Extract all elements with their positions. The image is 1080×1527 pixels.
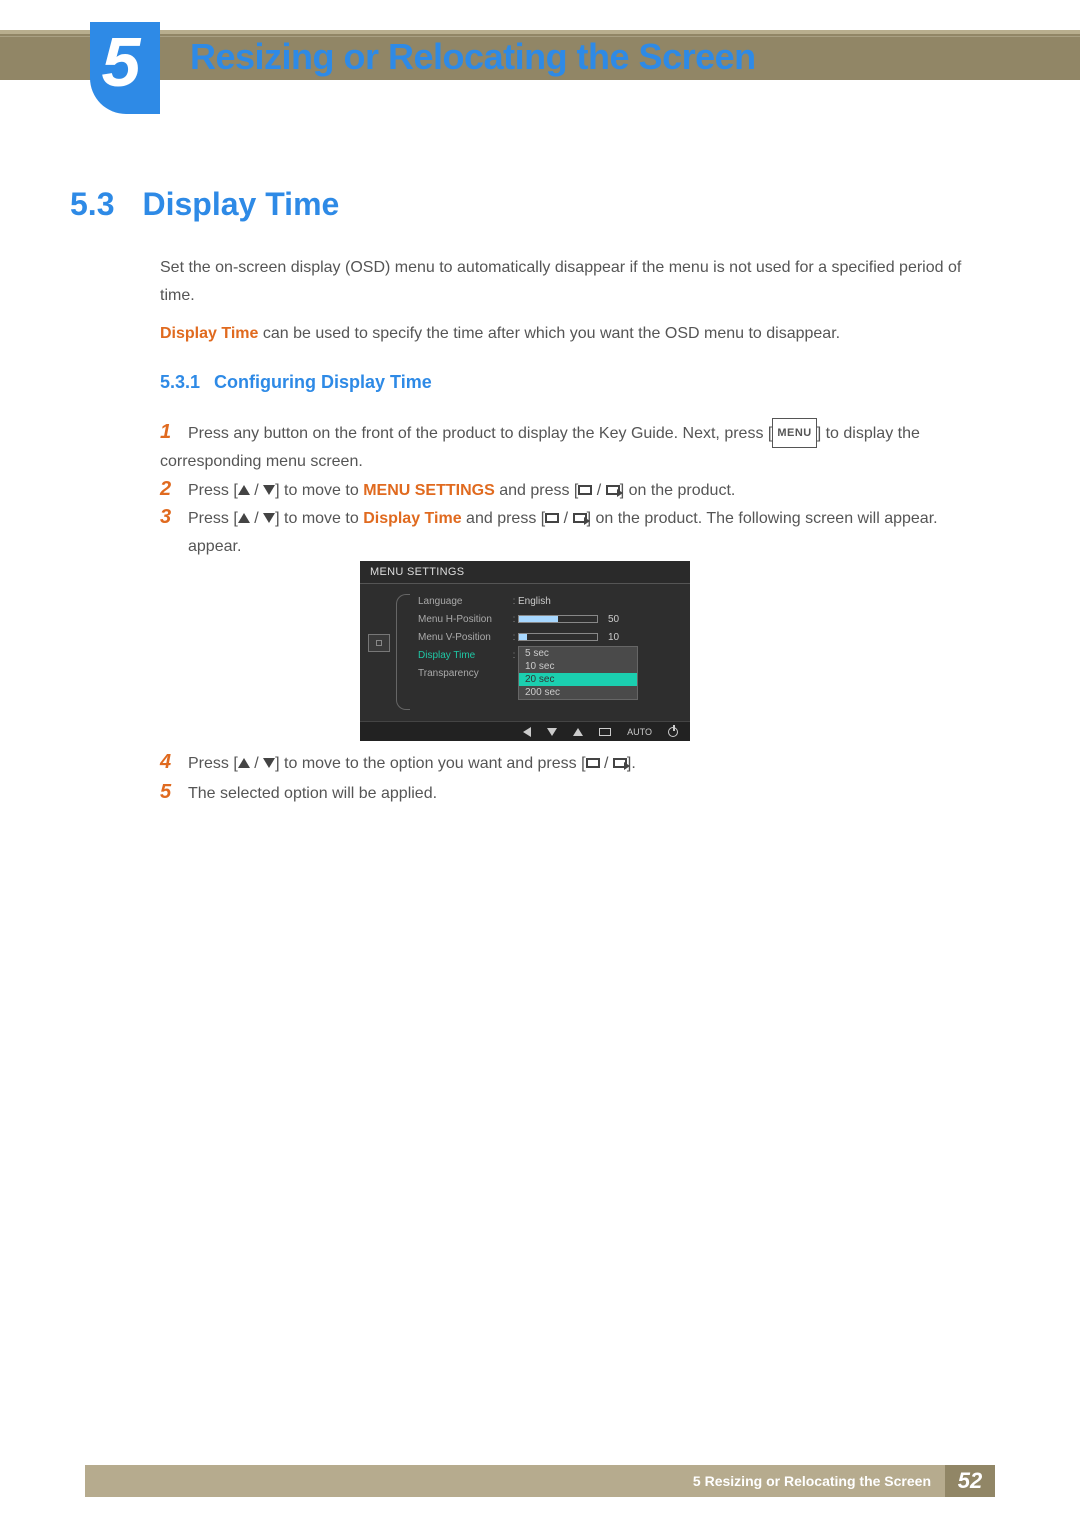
osd-auto-label: AUTO (627, 727, 652, 737)
page-number: 52 (945, 1465, 995, 1497)
section-title: Display Time (142, 186, 339, 222)
subsection-heading: 5.3.1 Configuring Display Time (160, 372, 432, 393)
triangle-up-icon (238, 513, 250, 523)
step-4: 4Press [ / ] to move to the option you w… (160, 748, 985, 778)
step-3: 3Press [ / ] to move to Display Time and… (160, 503, 985, 561)
triangle-down-icon (263, 513, 275, 523)
intro-highlight: Display Time (160, 325, 258, 342)
enter-icon (573, 513, 587, 523)
enter-icon (613, 758, 627, 768)
osd-screenshot: MENU SETTINGS Language: English Menu H-P… (360, 561, 690, 741)
osd-button-bar: AUTO (360, 721, 690, 741)
osd-down-icon (547, 728, 557, 736)
intro-paragraph-2: Display Time can be used to specify the … (160, 320, 980, 348)
osd-dropdown-option: 5 sec (519, 647, 637, 660)
osd-side-icon (368, 634, 390, 652)
source-icon (578, 485, 592, 495)
slider-icon (518, 633, 598, 641)
triangle-down-icon (263, 758, 275, 768)
osd-power-icon (668, 727, 678, 737)
footer-text: 5 Resizing or Relocating the Screen (693, 1473, 931, 1489)
osd-dropdown-option-selected: 20 sec (519, 673, 637, 686)
source-icon (586, 758, 600, 768)
subsection-title: Configuring Display Time (214, 372, 432, 392)
chapter-title: Resizing or Relocating the Screen (190, 36, 756, 78)
slider-icon (518, 615, 598, 623)
osd-dropdown-option: 200 sec (519, 686, 637, 699)
osd-row-h-position: Menu H-Position: 50 (418, 610, 690, 628)
step-5: 5The selected option will be applied. (160, 778, 985, 808)
triangle-up-icon (238, 485, 250, 495)
step-2: 2Press [ / ] to move to MENU SETTINGS an… (160, 475, 985, 505)
osd-up-icon (573, 728, 583, 736)
section-number: 5.3 (70, 186, 114, 222)
triangle-down-icon (263, 485, 275, 495)
menu-button-label: MENU (772, 418, 816, 448)
osd-row-language: Language: English (418, 592, 690, 610)
osd-dropdown: 5 sec 10 sec 20 sec 200 sec (518, 646, 638, 700)
footer-bar: 5 Resizing or Relocating the Screen 52 (85, 1465, 995, 1497)
triangle-up-icon (238, 758, 250, 768)
enter-icon (606, 485, 620, 495)
intro-paragraph-1: Set the on-screen display (OSD) menu to … (160, 254, 980, 310)
chapter-number: 5 (102, 22, 141, 102)
osd-back-icon (523, 727, 531, 737)
source-icon (545, 513, 559, 523)
osd-row-v-position: Menu V-Position: 10 (418, 628, 690, 646)
chapter-badge: 5 (90, 22, 160, 114)
osd-bracket (396, 594, 410, 710)
osd-dropdown-option: 10 sec (519, 660, 637, 673)
osd-enter-icon (599, 728, 611, 736)
section-heading: 5.3 Display Time (70, 186, 339, 223)
step-1: 1Press any button on the front of the pr… (160, 418, 985, 476)
osd-title: MENU SETTINGS (360, 561, 690, 584)
subsection-number: 5.3.1 (160, 372, 200, 392)
